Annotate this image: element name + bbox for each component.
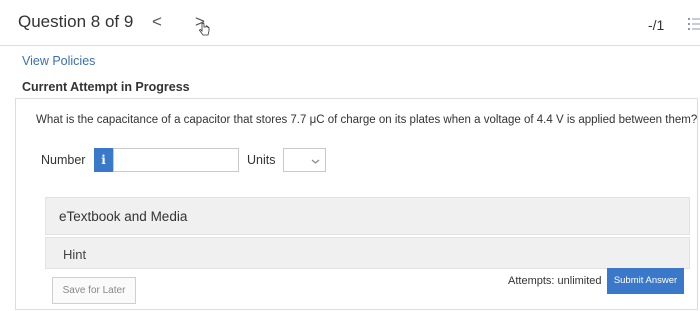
- units-select[interactable]: [283, 148, 326, 172]
- previous-question-icon[interactable]: <: [152, 12, 162, 32]
- chevron-down-icon: [311, 159, 320, 164]
- units-label: Units: [247, 153, 276, 167]
- info-icon[interactable]: i: [94, 148, 113, 172]
- etextbook-media-label: eTextbook and Media: [59, 209, 188, 224]
- hand-cursor-icon: [199, 22, 210, 36]
- question-text: What is the capacitance of a capacitor t…: [36, 114, 698, 126]
- view-policies-link[interactable]: View Policies: [22, 54, 95, 68]
- attempt-status-title: Current Attempt in Progress: [22, 80, 190, 94]
- question-counter: Question 8 of 9: [18, 12, 134, 31]
- save-for-later-button[interactable]: Save for Later: [52, 277, 136, 304]
- number-input[interactable]: [113, 148, 239, 172]
- attempts-status: Attempts: unlimited: [508, 275, 602, 287]
- number-label: Number: [41, 153, 86, 167]
- question-list-icon[interactable]: [688, 17, 700, 31]
- question-header: Question 8 of 9 < > -/1: [0, 0, 700, 46]
- hint-label: Hint: [63, 247, 87, 262]
- score-display: -/1: [648, 17, 665, 33]
- hint-button[interactable]: Hint: [45, 237, 690, 269]
- submit-answer-button[interactable]: Submit Answer: [607, 268, 684, 294]
- etextbook-media-button[interactable]: eTextbook and Media: [45, 197, 690, 235]
